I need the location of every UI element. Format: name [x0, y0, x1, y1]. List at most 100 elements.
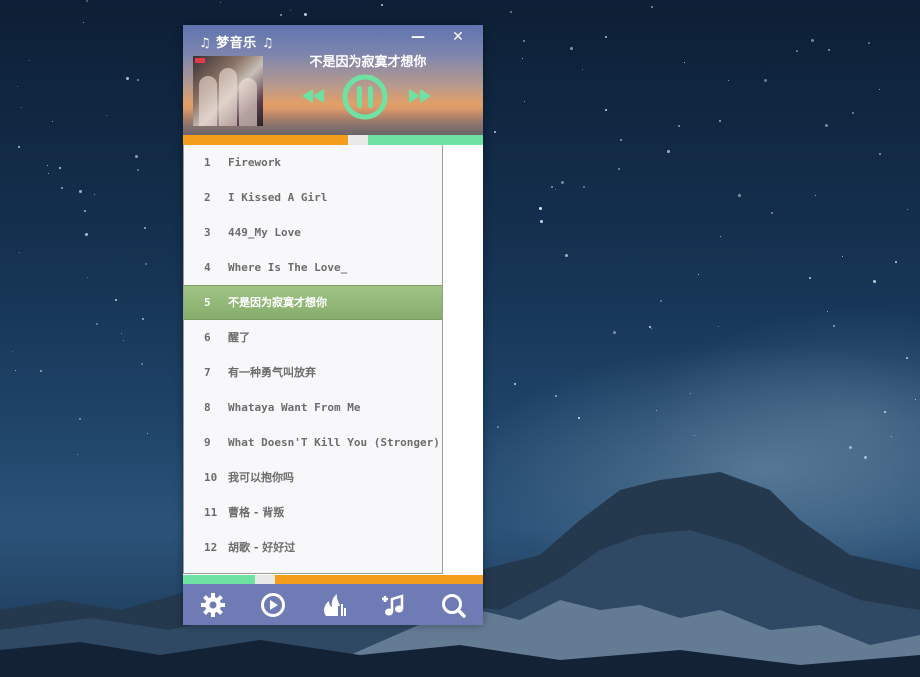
star — [878, 152, 881, 155]
star — [136, 169, 139, 172]
track-number: 6 — [204, 331, 211, 344]
star — [867, 41, 870, 44]
progress-remaining — [368, 135, 483, 145]
star — [493, 131, 496, 134]
star — [863, 455, 867, 459]
star — [46, 165, 48, 167]
star — [650, 327, 652, 329]
star — [650, 6, 653, 9]
close-button[interactable]: ✕ — [449, 29, 467, 45]
star — [890, 435, 892, 437]
pause-button[interactable] — [342, 74, 388, 124]
star — [666, 150, 670, 154]
previous-button[interactable] — [302, 88, 324, 107]
star — [815, 195, 817, 197]
star — [136, 78, 139, 81]
star — [879, 88, 881, 90]
track-title: 醒了 — [228, 331, 250, 344]
star — [796, 50, 799, 53]
playlist-row[interactable]: 8 Whataya Want From Me — [184, 390, 442, 425]
star — [145, 263, 148, 266]
playlist-row[interactable]: 11 曹格 - 背叛 — [184, 495, 442, 530]
star — [135, 154, 139, 158]
volume-bar[interactable] — [183, 575, 483, 584]
star — [719, 236, 721, 238]
playlist-row[interactable]: 6 醒了 — [184, 320, 442, 355]
star — [106, 114, 108, 116]
track-title: 不是因为寂寞才想你 — [228, 296, 327, 309]
star — [828, 49, 831, 52]
star — [381, 3, 384, 6]
star — [612, 331, 616, 335]
star — [496, 425, 499, 428]
star — [61, 186, 64, 189]
star — [15, 369, 17, 371]
star — [915, 398, 917, 400]
now-playing-title: 不是因为寂寞才想你 — [309, 55, 427, 70]
track-number: 9 — [204, 436, 211, 449]
playlist-row-active[interactable]: 5 不是因为寂寞才想你 — [184, 285, 442, 320]
star — [304, 12, 308, 16]
star — [554, 188, 556, 190]
star — [841, 256, 843, 258]
play-mode-button[interactable] — [258, 590, 288, 620]
star — [93, 193, 95, 195]
playback-progress-bar[interactable] — [183, 135, 483, 145]
star — [570, 46, 574, 50]
playlist-row[interactable]: 2 I Kissed A Girl — [184, 180, 442, 215]
bottom-toolbar — [183, 584, 483, 625]
playlist-row[interactable]: 3 449_My Love — [184, 215, 442, 250]
star — [690, 392, 692, 394]
star — [146, 432, 148, 434]
album-cover — [193, 56, 263, 126]
track-title: I Kissed A Girl — [228, 191, 328, 204]
track-title: 449_My Love — [228, 226, 301, 239]
cover-tag — [195, 58, 205, 63]
star — [727, 79, 729, 81]
search-button[interactable] — [438, 590, 468, 620]
playlist-row[interactable]: 7 有一种勇气叫放弃 — [184, 355, 442, 390]
star — [514, 383, 517, 385]
hot-music-button[interactable] — [318, 590, 348, 620]
star — [883, 410, 886, 413]
playlist-row[interactable]: 4 Where Is The Love_ — [184, 250, 442, 285]
playlist-row[interactable]: 12 胡歌 - 好好过 — [184, 530, 442, 565]
track-title: 曹格 - 背叛 — [228, 506, 285, 519]
cover-figure — [199, 76, 217, 126]
playlist-row[interactable]: 10 我可以抱你吗 — [184, 460, 442, 495]
star — [79, 189, 83, 193]
star — [114, 299, 117, 302]
star — [121, 333, 123, 335]
settings-button[interactable] — [198, 590, 228, 620]
star — [565, 253, 569, 257]
track-title: 胡歌 - 好好过 — [228, 541, 296, 554]
fast-forward-icon — [409, 89, 431, 103]
star — [84, 210, 87, 213]
star — [697, 273, 699, 275]
playlist-area: 1 Firework 2 I Kissed A Girl 3 449_My Love 4 Wh… — [183, 145, 483, 575]
minimize-button[interactable]: — — [409, 29, 427, 45]
star — [852, 112, 855, 115]
star — [808, 277, 811, 280]
star — [96, 323, 99, 325]
star — [551, 185, 554, 188]
star — [656, 409, 658, 411]
star — [52, 120, 54, 122]
playlist-row[interactable]: 1 Firework — [184, 145, 442, 180]
playlist-row[interactable]: 9 What Doesn'T Kill You (Stronger) — [184, 425, 442, 460]
star — [76, 454, 78, 455]
volume-handle[interactable] — [255, 575, 275, 584]
star — [738, 193, 742, 197]
next-button[interactable] — [409, 88, 431, 107]
track-number: 11 — [204, 506, 218, 519]
cover-figure — [219, 68, 237, 126]
playlist[interactable]: 1 Firework 2 I Kissed A Girl 3 449_My Love 4 Wh… — [183, 145, 443, 574]
add-music-button[interactable] — [378, 590, 408, 620]
star — [85, 0, 88, 3]
star — [144, 226, 147, 229]
star — [582, 186, 585, 189]
player-header: ♫ 梦音乐 ♫ — ✕ 不是因为寂寞才想你 — [183, 25, 483, 135]
star — [582, 68, 583, 70]
star — [19, 252, 21, 254]
track-number: 1 — [204, 156, 211, 169]
